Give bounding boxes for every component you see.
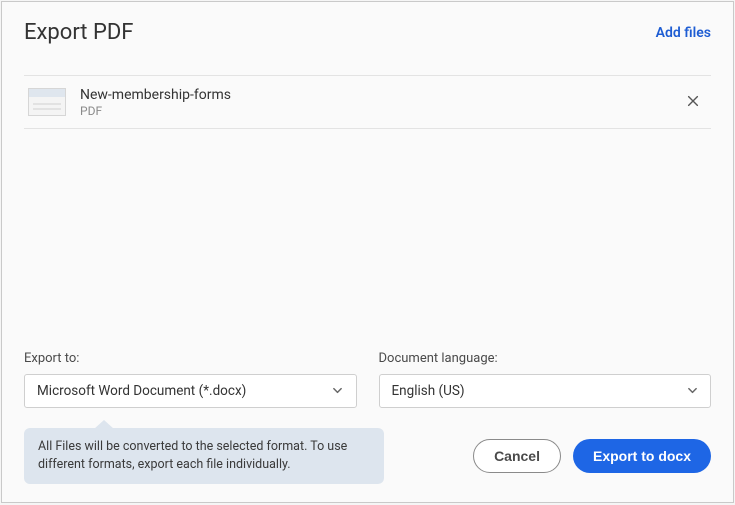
file-info: New-membership-forms PDF xyxy=(80,86,679,118)
dialog-title: Export PDF xyxy=(24,20,133,45)
controls-row: Export to: Microsoft Word Document (*.do… xyxy=(2,351,733,408)
spacer xyxy=(2,129,733,351)
dialog-header: Export PDF Add files xyxy=(2,2,733,53)
close-icon xyxy=(686,92,700,113)
export-to-value: Microsoft Word Document (*.docx) xyxy=(37,383,246,399)
format-tip-tooltip: All Files will be converted to the selec… xyxy=(24,428,384,484)
chevron-down-icon xyxy=(332,385,344,397)
file-thumbnail-icon xyxy=(28,88,66,116)
language-label: Document language: xyxy=(379,351,712,366)
bottom-row: All Files will be converted to the selec… xyxy=(2,418,733,502)
remove-file-button[interactable] xyxy=(679,88,707,116)
file-list: New-membership-forms PDF xyxy=(24,75,711,129)
add-files-link[interactable]: Add files xyxy=(656,25,711,41)
export-to-label: Export to: xyxy=(24,351,357,366)
file-type: PDF xyxy=(80,104,679,118)
language-value: English (US) xyxy=(392,383,465,399)
chevron-down-icon xyxy=(686,385,698,397)
language-group: Document language: English (US) xyxy=(379,351,712,408)
file-name: New-membership-forms xyxy=(80,86,679,104)
file-row: New-membership-forms PDF xyxy=(24,76,711,128)
language-select[interactable]: English (US) xyxy=(379,374,712,408)
export-button[interactable]: Export to docx xyxy=(573,439,711,473)
export-to-group: Export to: Microsoft Word Document (*.do… xyxy=(24,351,357,408)
button-group: Cancel Export to docx xyxy=(473,439,711,473)
export-to-select[interactable]: Microsoft Word Document (*.docx) xyxy=(24,374,357,408)
cancel-button[interactable]: Cancel xyxy=(473,439,561,473)
export-pdf-dialog: Export PDF Add files New-membership-form… xyxy=(1,1,734,503)
